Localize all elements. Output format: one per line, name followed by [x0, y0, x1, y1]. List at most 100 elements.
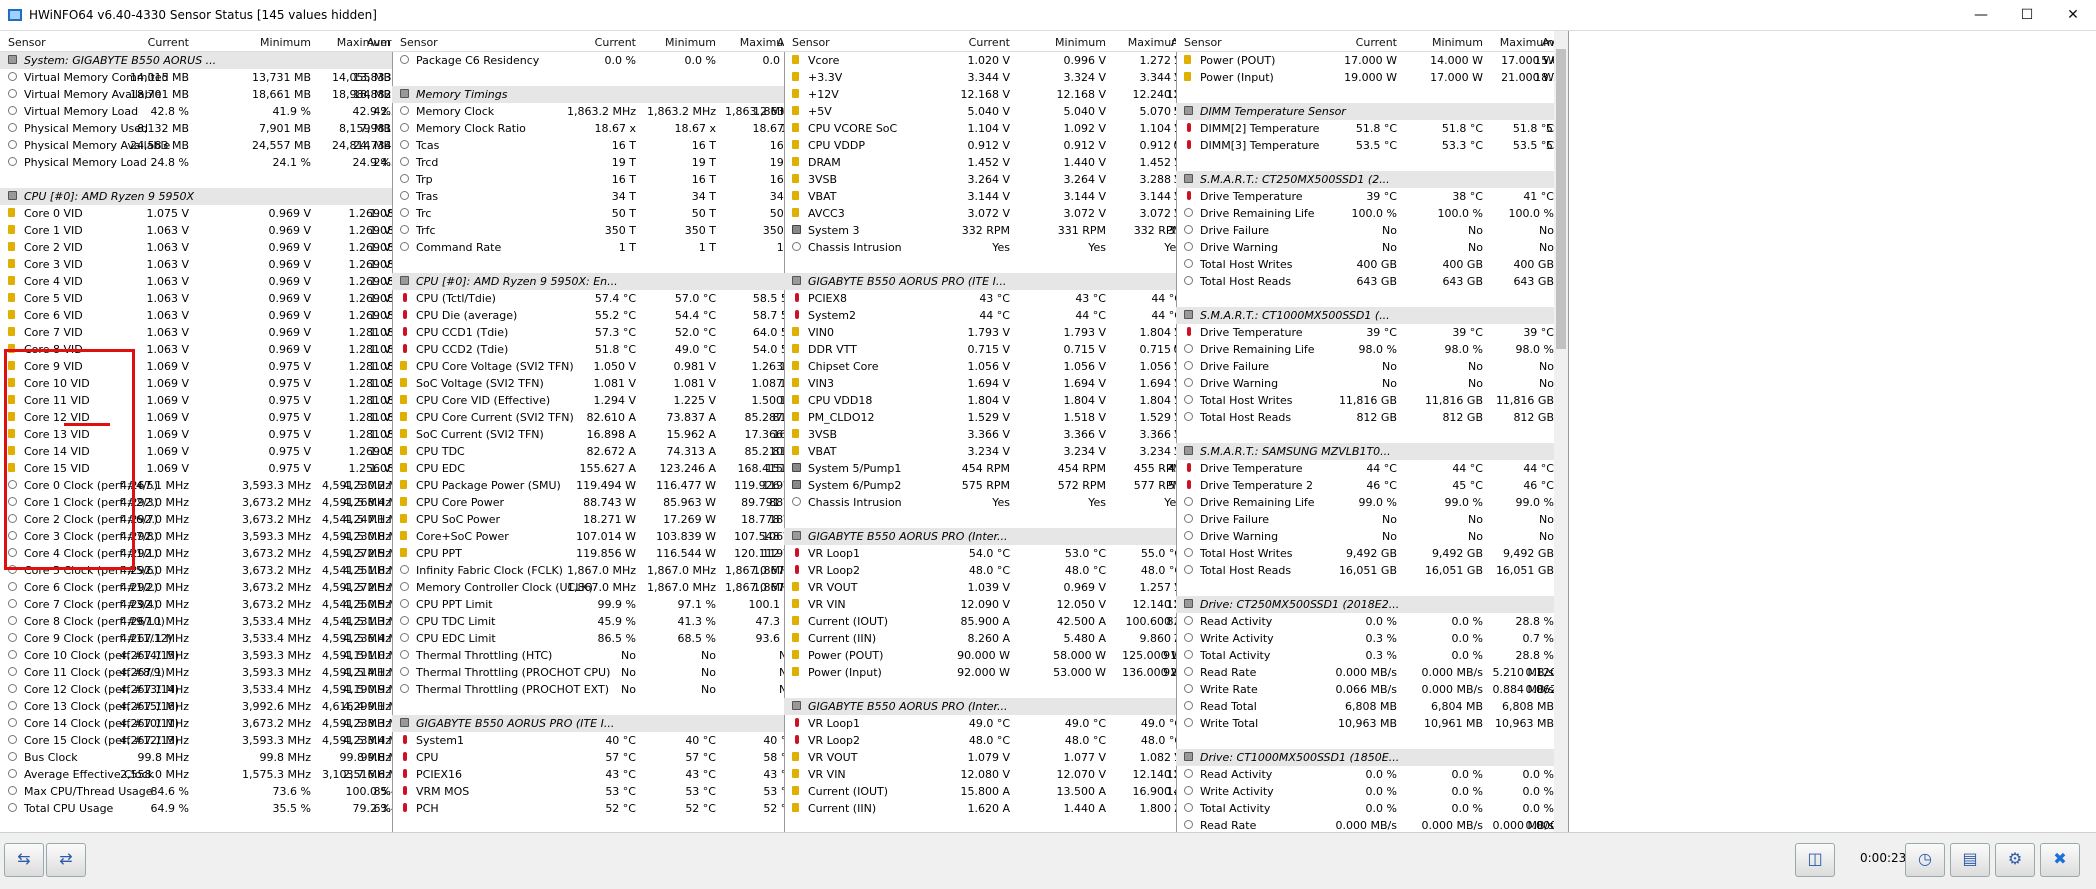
- sensor-row[interactable]: Core 0 VID1.075 V0.969 V1.269 V1.085 V: [0, 205, 392, 222]
- sensor-row[interactable]: Max CPU/Thread Usage 84.6 % 73.6 % 100.0 % 8…: [0, 783, 392, 800]
- sensor-row[interactable]: DDR VTT0.715 V0.715 V0.715 V0.715 V: [784, 341, 1176, 358]
- sensor-row[interactable]: Power (POUT) 17.000 W 14.000 W 17.000 W 15.6…: [1176, 52, 1568, 69]
- sensor-row[interactable]: 3VSB3.264 V3.264 V3.288 V3.267 V: [784, 171, 1176, 188]
- sensor-row[interactable]: Core 3 VID1.063 V0.969 V1.269 V1.087 V: [0, 256, 392, 273]
- sensor-row[interactable]: Command Rate1 T1 T1 T: [392, 239, 784, 256]
- column-sensor[interactable]: Sensor: [1184, 36, 1222, 49]
- collapse-icon[interactable]: ⇄: [46, 843, 86, 877]
- column-minimum[interactable]: Minimum: [1432, 36, 1483, 49]
- sensor-row[interactable]: Drive Remaining Life 98.0 % 98.0 % 98.0 %: [1176, 341, 1568, 358]
- sensor-row[interactable]: Infinity Fabric Clock (FCLK) 1,867.0 MHz 1…: [392, 562, 784, 579]
- sensor-row[interactable]: CPU CCD2 (Tdie)51.8 °C49.0 °C54.0 °C51.4…: [392, 341, 784, 358]
- sensor-row[interactable]: System 3332 RPM331 RPM332 RPM332 RPM: [784, 222, 1176, 239]
- sensor-group[interactable]: GIGABYTE B550 AORUS PRO (ITE I...: [392, 715, 784, 732]
- sensor-row[interactable]: CPU CCD1 (Tdie)57.3 °C52.0 °C64.0 °C55.5…: [392, 324, 784, 341]
- sensor-row[interactable]: Drive Failure No No No: [1176, 222, 1568, 239]
- sensor-row[interactable]: +3.3V3.344 V3.324 V3.344 V3.331 V: [784, 69, 1176, 86]
- column-header[interactable]: SensorCurrentMinimumMaximumAverage: [1176, 31, 1568, 52]
- sensor-row[interactable]: CPU Core VID (Effective) 1.294 V 1.225 V 1.…: [392, 392, 784, 409]
- sensor-row[interactable]: Physical Memory Load 24.8 % 24.1 % 24.9 % 24…: [0, 154, 392, 171]
- scrollbar-thumb[interactable]: [1556, 49, 1566, 349]
- sensor-row[interactable]: Core 7 Clock (perf #3/4) 4,292.0 MHz 3,673…: [0, 596, 392, 613]
- sensor-row[interactable]: SoC Current (SVI2 TFN) 16.898 A 15.962 A 17…: [392, 426, 784, 443]
- column-maximum[interactable]: Maximum: [1128, 36, 1176, 49]
- sensor-row[interactable]: Package C6 Residency0.0 %0.0 %0.0 %0.0 %: [392, 52, 784, 69]
- sensor-group[interactable]: System: GIGABYTE B550 AORUS ...: [0, 52, 392, 69]
- sensor-row[interactable]: Thermal Throttling (PROCHOT CPU)NoNoNo: [392, 664, 784, 681]
- sensor-row[interactable]: Core 14 Clock (perf #10/11) 4,267.1 MHz 3,…: [0, 715, 392, 732]
- sensor-row[interactable]: Chassis IntrusionYesYesYes: [784, 239, 1176, 256]
- sensor-row[interactable]: PCH52 °C52 °C52 °C52 °C: [392, 800, 784, 817]
- sensor-row[interactable]: Core 7 VID1.063 V0.969 V1.281 V1.088 V: [0, 324, 392, 341]
- sensor-row[interactable]: Virtual Memory Load 42.8 % 41.9 % 42.9 % 42.…: [0, 103, 392, 120]
- sensor-row[interactable]: Power (Input) 19.000 W 17.000 W 21.000 W 18.…: [1176, 69, 1568, 86]
- minimize-icon[interactable]: —: [1958, 0, 2004, 30]
- sensor-row[interactable]: Read Activity0.0 %0.0 %0.0 %0.0 %: [1176, 766, 1568, 783]
- close-x-icon[interactable]: ✖: [2040, 843, 2080, 877]
- sensor-group[interactable]: Memory Timings: [392, 86, 784, 103]
- sensor-row[interactable]: Core 12 Clock (perf #13/14) 4,267.1 MHz 3,…: [0, 681, 392, 698]
- sensor-row[interactable]: System140 °C40 °C40 °C40 °C: [392, 732, 784, 749]
- sensor-row[interactable]: Read Rate 0.000 MB/s 0.000 MB/s 5.210 MB/s 0…: [1176, 664, 1568, 681]
- sensor-row[interactable]: System244 °C44 °C44 °C44 °C: [784, 307, 1176, 324]
- sensor-group[interactable]: CPU [#0]: AMD Ryzen 9 5950X: En...: [392, 273, 784, 290]
- sensor-row[interactable]: Total Host Writes 9,492 GB 9,492 GB 9,492 G…: [1176, 545, 1568, 562]
- sensor-row[interactable]: VBAT3.144 V3.144 V3.144 V3.144 V: [784, 188, 1176, 205]
- sensor-group[interactable]: DIMM Temperature Sensor: [1176, 103, 1568, 120]
- sensor-row[interactable]: Virtual Memory Available 18,701 MB 18,661 …: [0, 86, 392, 103]
- sensor-group[interactable]: GIGABYTE B550 AORUS PRO (Inter...: [784, 528, 1176, 545]
- sensor-group[interactable]: CPU [#0]: AMD Ryzen 9 5950X: [0, 188, 392, 205]
- sensor-row[interactable]: Write Total 10,963 MB 10,961 MB 10,963 MB: [1176, 715, 1568, 732]
- sensor-row[interactable]: Memory Clock 1,863.2 MHz 1,863.2 MHz 1,863.…: [392, 103, 784, 120]
- sensor-row[interactable]: CPU VDDP0.912 V0.912 V0.912 V0.912 V: [784, 137, 1176, 154]
- sensor-row[interactable]: SoC Voltage (SVI2 TFN) 1.081 V 1.081 V 1.08…: [392, 375, 784, 392]
- sensor-row[interactable]: CPU Die (average)55.2 °C54.4 °C58.7 °C55…: [392, 307, 784, 324]
- sensor-row[interactable]: Core 6 VID1.063 V0.969 V1.269 V1.089 V: [0, 307, 392, 324]
- sensor-group[interactable]: GIGABYTE B550 AORUS PRO (Inter...: [784, 698, 1176, 715]
- sensor-row[interactable]: PCIEX1643 °C43 °C43 °C43 °C: [392, 766, 784, 783]
- sensor-row[interactable]: Core 13 Clock (perf #15/16) 4,267.1 MHz 3,…: [0, 698, 392, 715]
- sensor-row[interactable]: Drive Temperature39 °C38 °C41 °C39 °C: [1176, 188, 1568, 205]
- column-current[interactable]: Current: [595, 36, 636, 49]
- vertical-scrollbar[interactable]: [1554, 31, 1568, 832]
- sensor-row[interactable]: VR VIN12.080 V12.070 V12.140 V12.095 V: [784, 766, 1176, 783]
- column-current[interactable]: Current: [148, 36, 189, 49]
- sensor-row[interactable]: CPU Package Power (SMU) 119.494 W 116.477 …: [392, 477, 784, 494]
- sensor-row[interactable]: Core 15 Clock (perf #12/13) 4,267.1 MHz 3,…: [0, 732, 392, 749]
- sensor-row[interactable]: Write Activity0.3 %0.0 %0.7 %0.1 %: [1176, 630, 1568, 647]
- sensor-row[interactable]: Chipset Core1.056 V1.056 V1.056 V1.056 V: [784, 358, 1176, 375]
- sensor-row[interactable]: CPU EDC155.627 A123.246 A168.415 A151.30…: [392, 460, 784, 477]
- column-header[interactable]: SensorCurrentMinimumMaximumAverage: [784, 31, 1176, 52]
- column-sensor[interactable]: Sensor: [400, 36, 438, 49]
- sensor-row[interactable]: VR Loop248.0 °C48.0 °C48.0 °C48.0 °C: [784, 732, 1176, 749]
- sensor-row[interactable]: Read Activity0.0 %0.0 %28.8 %0.7 %: [1176, 613, 1568, 630]
- arrows-icon[interactable]: ⇆: [4, 843, 44, 877]
- column-minimum[interactable]: Minimum: [1055, 36, 1106, 49]
- sensor-row[interactable]: Drive Temperature39 °C39 °C39 °C39 °C: [1176, 324, 1568, 341]
- sensor-row[interactable]: Total Host Writes 11,816 GB 11,816 GB 11,81…: [1176, 392, 1568, 409]
- sensor-row[interactable]: Core+SoC Power 107.014 W 103.839 W 107.548 …: [392, 528, 784, 545]
- sensor-row[interactable]: Drive Failure No No No: [1176, 358, 1568, 375]
- sensor-row[interactable]: CPU SoC Power18.271 W17.269 W18.778 W18.…: [392, 511, 784, 528]
- sensor-row[interactable]: Current (IOUT)15.800 A13.500 A16.900 A14…: [784, 783, 1176, 800]
- sensor-row[interactable]: VIN01.793 V1.793 V1.804 V1.800 V: [784, 324, 1176, 341]
- sensor-row[interactable]: PCIEX843 °C43 °C44 °C44 °C: [784, 290, 1176, 307]
- sensor-row[interactable]: Trp 16 T 16 T 16 T: [392, 171, 784, 188]
- sensor-row[interactable]: CPU VDD181.804 V1.804 V1.804 V1.804 V: [784, 392, 1176, 409]
- sensor-row[interactable]: DIMM[2] Temperature 51.8 °C 51.8 °C 51.8 °C…: [1176, 120, 1568, 137]
- column-current[interactable]: Current: [969, 36, 1010, 49]
- sensor-row[interactable]: Drive Failure No No No: [1176, 511, 1568, 528]
- sensor-row[interactable]: Total Host Reads 812 GB 812 GB 812 GB: [1176, 409, 1568, 426]
- column-header[interactable]: SensorCurrentMinimumMaximumAverage: [392, 31, 784, 52]
- sensor-row[interactable]: Core 6 Clock (perf #1/2) 4,292.0 MHz 3,673…: [0, 579, 392, 596]
- sensor-row[interactable]: Total Activity0.0 %0.0 %0.0 %0.0 %: [1176, 800, 1568, 817]
- sensor-row[interactable]: Drive Temperature 246 °C45 °C46 °C46 °C: [1176, 477, 1568, 494]
- column-average[interactable]: Average: [367, 36, 392, 49]
- network-icon[interactable]: ◫: [1795, 843, 1835, 877]
- sensor-row[interactable]: Total CPU Usage64.9 %35.5 %79.2 %63.4 %: [0, 800, 392, 817]
- sensor-row[interactable]: VR VOUT1.079 V1.077 V1.082 V1.079 V: [784, 749, 1176, 766]
- sensor-row[interactable]: Read Rate 0.000 MB/s 0.000 MB/s 0.000 MB/s 0…: [1176, 817, 1568, 832]
- sensor-row[interactable]: VR Loop154.0 °C53.0 °C55.0 °C53.9 °C: [784, 545, 1176, 562]
- sensor-row[interactable]: Drive Warning No No No: [1176, 239, 1568, 256]
- sensor-row[interactable]: System 6/Pump2575 RPM572 RPM577 RPM575 R…: [784, 477, 1176, 494]
